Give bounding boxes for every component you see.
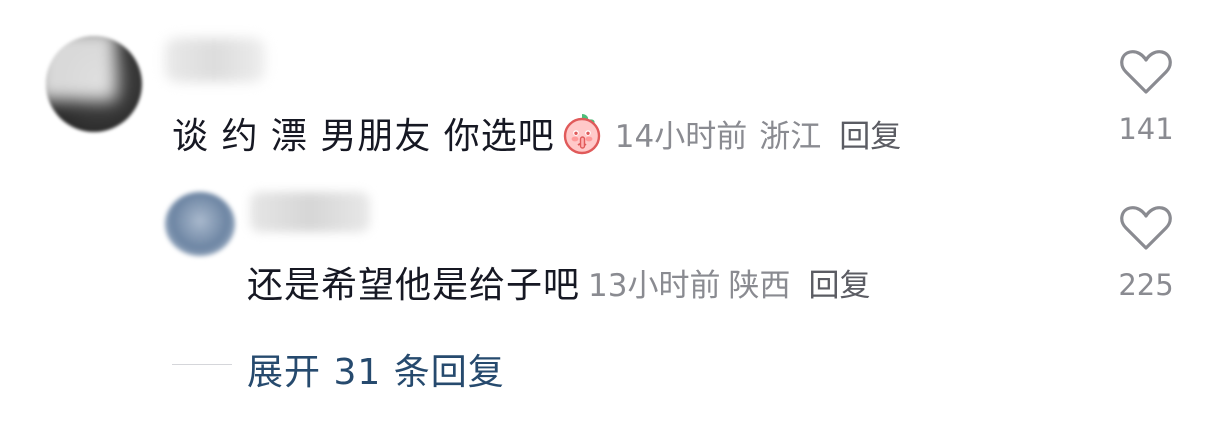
reply-like-count: 225 bbox=[1118, 268, 1174, 302]
reply-username-blurred[interactable] bbox=[250, 192, 370, 232]
like-count: 141 bbox=[1118, 112, 1174, 146]
reply-location: 陕西 bbox=[728, 267, 791, 304]
like-button[interactable]: 141 bbox=[1111, 48, 1181, 146]
reply-reply-button[interactable]: 回复 bbox=[808, 260, 870, 305]
reply-button[interactable]: 回复 bbox=[839, 111, 901, 156]
reply-text: 还是希望他是给子吧 bbox=[247, 265, 581, 306]
comment-text: 谈 约 漂 男朋友 你选吧 bbox=[172, 116, 555, 157]
reply-body: 还是希望他是给子吧 13小时前 陕西 回复 bbox=[247, 258, 870, 306]
comment-body: 谈 约 漂 男朋友 你选吧 14小时前 浙江 回复 bbox=[172, 108, 901, 158]
reply-avatar[interactable] bbox=[165, 192, 235, 256]
reply-time: 13小时前 bbox=[588, 267, 721, 304]
heart-icon bbox=[1120, 50, 1172, 94]
peach-shush-emoji-icon bbox=[563, 114, 600, 155]
heart-icon bbox=[1120, 206, 1172, 250]
reply-like-button[interactable]: 225 bbox=[1111, 204, 1181, 302]
comment-location: 浙江 bbox=[759, 118, 822, 155]
expand-divider bbox=[172, 364, 232, 365]
username-blurred[interactable] bbox=[165, 38, 265, 82]
expand-replies-button[interactable]: 展开 31 条回复 bbox=[247, 343, 505, 395]
avatar[interactable] bbox=[46, 36, 142, 132]
comment-time: 14小时前 bbox=[614, 118, 748, 155]
comment-section: 谈 约 漂 男朋友 你选吧 14小时前 浙江 回复 141 还是希望他是给子吧 … bbox=[0, 0, 1220, 436]
avatar-blur bbox=[46, 36, 116, 100]
